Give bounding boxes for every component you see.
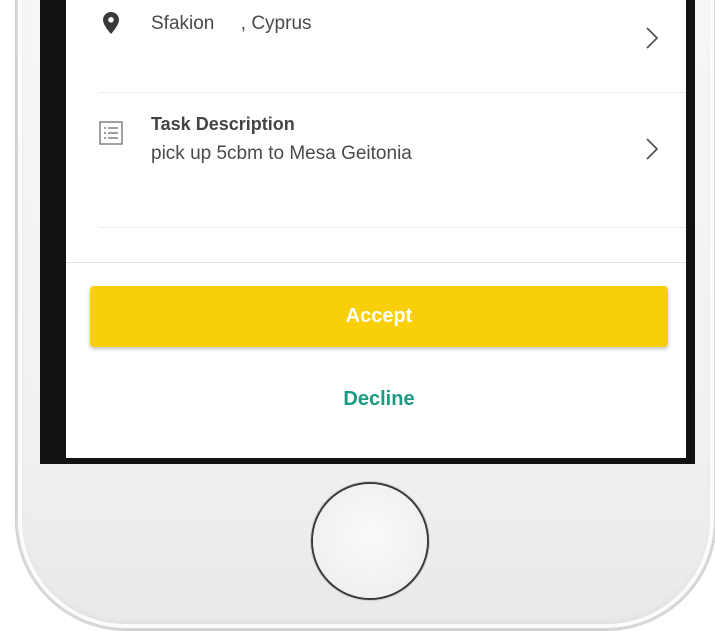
- task-description-title: Task Description: [151, 114, 295, 134]
- home-button[interactable]: [313, 484, 427, 598]
- accept-button[interactable]: Accept: [90, 286, 668, 347]
- divider: [98, 227, 686, 228]
- location-text: Sfakion , Cyprus: [151, 13, 312, 34]
- list-icon: [99, 121, 123, 145]
- task-description-row[interactable]: Task Description pick up 5cbm to Mesa Ge…: [66, 93, 686, 228]
- task-description-body: pick up 5cbm to Mesa Geitonia: [151, 143, 412, 164]
- actions-divider: [66, 262, 686, 263]
- location-row[interactable]: Sfakion , Cyprus: [66, 0, 686, 93]
- app-screen: Sfakion , Cyprus Task Description pick u…: [66, 0, 686, 458]
- chevron-right-icon: [646, 138, 658, 160]
- location-pin-icon: [103, 12, 119, 34]
- chevron-right-icon: [646, 27, 658, 49]
- decline-button[interactable]: Decline: [90, 375, 668, 423]
